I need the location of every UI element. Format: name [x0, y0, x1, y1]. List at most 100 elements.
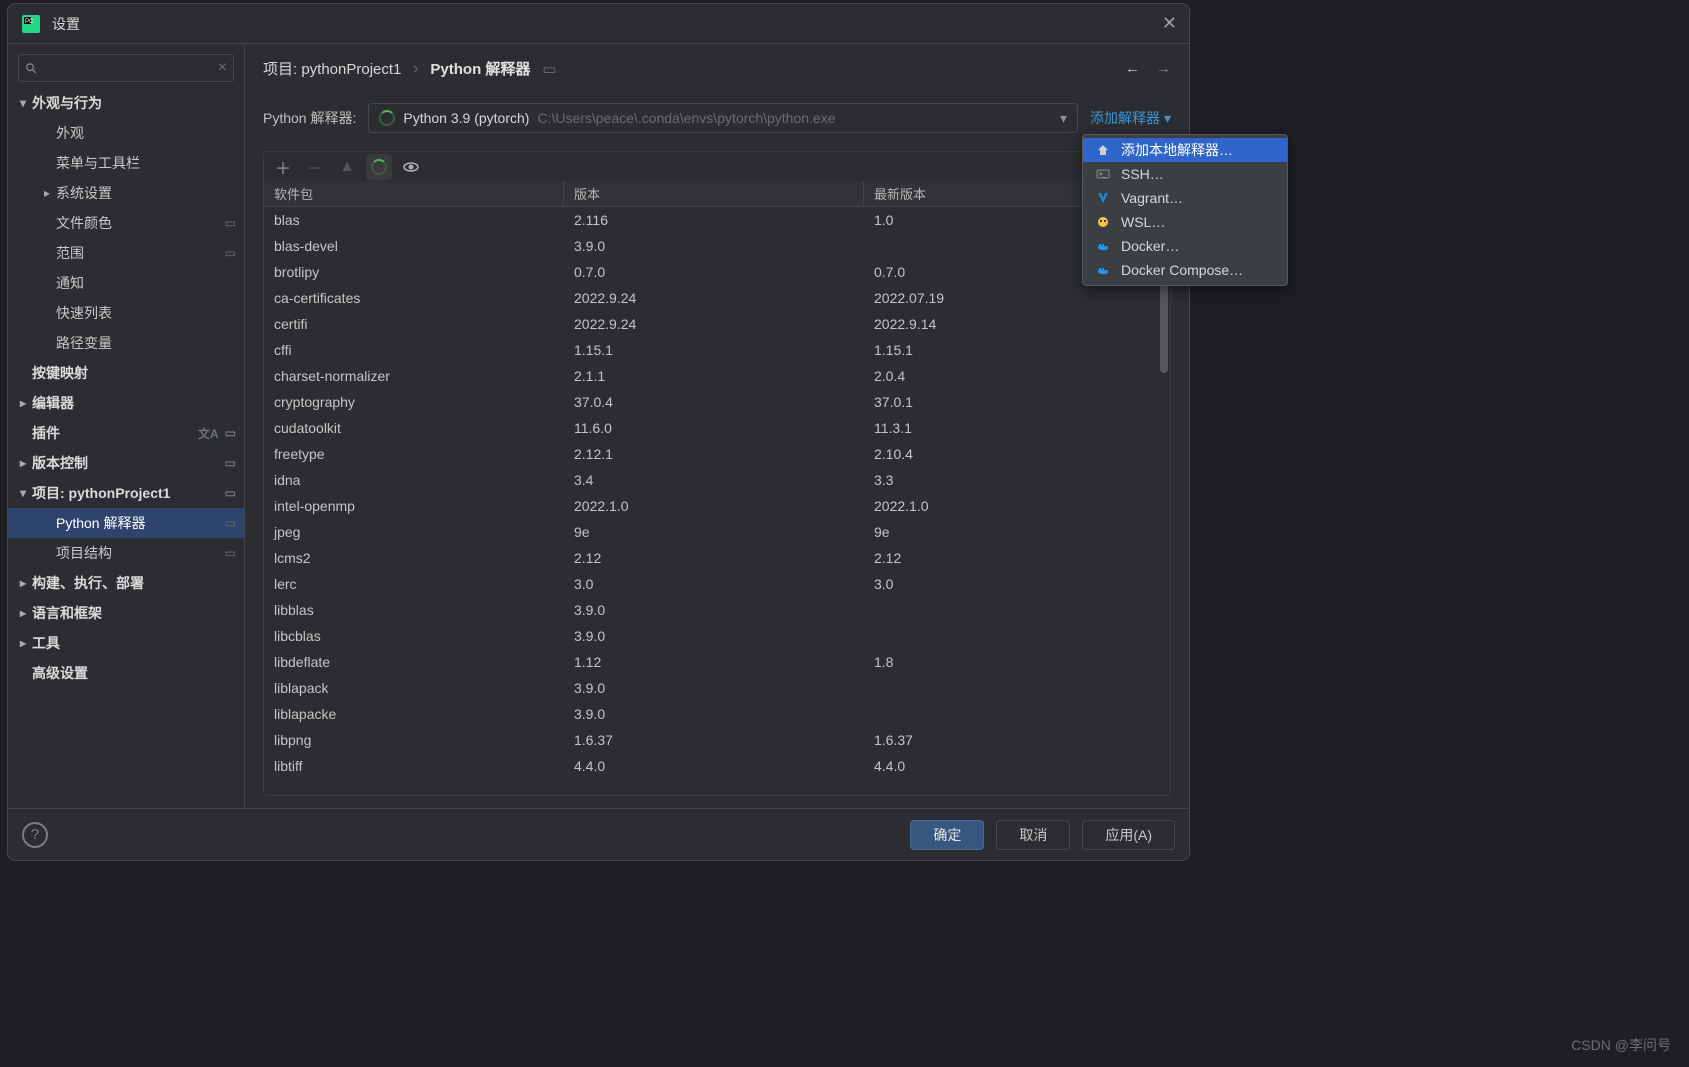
table-row[interactable]: libdeflate1.121.8 [264, 649, 1158, 675]
cell-version: 2022.1.0 [564, 498, 864, 514]
table-row[interactable]: liblapacke3.9.0 [264, 701, 1158, 727]
table-row[interactable]: blas2.1161.0 [264, 207, 1158, 233]
table-row[interactable]: cffi1.15.11.15.1 [264, 337, 1158, 363]
refresh-button[interactable] [366, 154, 392, 180]
table-row[interactable]: intel-openmp2022.1.02022.1.0 [264, 493, 1158, 519]
sidebar-item[interactable]: 通知 [8, 268, 244, 298]
table-row[interactable]: lerc3.03.0 [264, 571, 1158, 597]
help-button[interactable]: ? [22, 822, 48, 848]
cell-package: charset-normalizer [264, 368, 564, 384]
sidebar-item[interactable]: ▾项目: pythonProject1▭ [8, 478, 244, 508]
cell-latest: 1.6.37 [864, 732, 1158, 748]
col-version[interactable]: 版本 [564, 181, 864, 206]
table-row[interactable]: libblas3.9.0 [264, 597, 1158, 623]
table-row[interactable]: certifi2022.9.242022.9.14 [264, 311, 1158, 337]
table-row[interactable]: cryptography37.0.437.0.1 [264, 389, 1158, 415]
menu-item[interactable]: Docker… [1083, 234, 1287, 258]
sidebar-item[interactable]: 文件颜色▭ [8, 208, 244, 238]
sidebar-item[interactable]: 高级设置 [8, 658, 244, 688]
sidebar-item[interactable]: 外观 [8, 118, 244, 148]
bookmark-icon: ▭ [225, 456, 236, 470]
sidebar-item[interactable]: ▾外观与行为 [8, 88, 244, 118]
sidebar-item[interactable]: 菜单与工具栏 [8, 148, 244, 178]
cell-version: 0.7.0 [564, 264, 864, 280]
cell-latest: 11.3.1 [864, 420, 1158, 436]
search-field[interactable] [41, 61, 218, 76]
package-table[interactable]: 软件包 版本 最新版本 blas2.1161.0blas-devel3.9.0b… [264, 181, 1158, 795]
table-row[interactable]: ca-certificates2022.9.242022.07.19 [264, 285, 1158, 311]
table-row[interactable]: freetype2.12.12.10.4 [264, 441, 1158, 467]
cell-version: 2.1.1 [564, 368, 864, 384]
sidebar-item[interactable]: 快速列表 [8, 298, 244, 328]
add-package-button[interactable]: ＋ [270, 154, 296, 180]
sidebar-item[interactable]: ▸构建、执行、部署 [8, 568, 244, 598]
table-row[interactable]: charset-normalizer2.1.12.0.4 [264, 363, 1158, 389]
table-row[interactable]: liblapack3.9.0 [264, 675, 1158, 701]
close-icon[interactable]: ✕ [1162, 13, 1177, 34]
show-early-releases-button[interactable] [398, 154, 424, 180]
cell-latest: 9e [864, 524, 1158, 540]
menu-item[interactable]: Docker Compose… [1083, 258, 1287, 282]
sidebar-item[interactable]: ▸工具 [8, 628, 244, 658]
cell-package: brotlipy [264, 264, 564, 280]
table-row[interactable]: libcblas3.9.0 [264, 623, 1158, 649]
nav-back-icon[interactable]: ← [1125, 60, 1140, 77]
sidebar-item[interactable]: ▸语言和框架 [8, 598, 244, 628]
home-icon [1095, 142, 1111, 158]
interpreter-combo[interactable]: Python 3.9 (pytorch) C:\Users\peace\.con… [368, 103, 1078, 133]
cell-version: 3.9.0 [564, 628, 864, 644]
sidebar-item-label: 快速列表 [56, 303, 112, 323]
window-title: 设置 [52, 14, 80, 34]
sidebar-item[interactable]: ▸版本控制▭ [8, 448, 244, 478]
crumb-project: 项目: pythonProject1 [263, 58, 401, 79]
cell-package: libpng [264, 732, 564, 748]
cell-version: 37.0.4 [564, 394, 864, 410]
lang-icon: 文A [198, 425, 219, 442]
tree-arrow-icon: ▸ [14, 606, 32, 620]
cell-package: lerc [264, 576, 564, 592]
svg-text:PC: PC [25, 19, 34, 25]
cell-version: 2.12 [564, 550, 864, 566]
cell-package: intel-openmp [264, 498, 564, 514]
table-row[interactable]: cudatoolkit11.6.011.3.1 [264, 415, 1158, 441]
table-row[interactable]: libpng1.6.371.6.37 [264, 727, 1158, 753]
table-row[interactable]: brotlipy0.7.00.7.0 [264, 259, 1158, 285]
menu-item[interactable]: WSL… [1083, 210, 1287, 234]
sidebar-item[interactable]: ▸编辑器 [8, 388, 244, 418]
clear-icon[interactable]: × [218, 59, 227, 77]
cell-latest: 37.0.1 [864, 394, 1158, 410]
table-row[interactable]: jpeg9e9e [264, 519, 1158, 545]
sidebar-item[interactable]: 项目结构▭ [8, 538, 244, 568]
package-table-wrap: 软件包 版本 最新版本 blas2.1161.0blas-devel3.9.0b… [263, 181, 1171, 796]
table-row[interactable]: idna3.43.3 [264, 467, 1158, 493]
sidebar-item[interactable]: 路径变量 [8, 328, 244, 358]
bookmark-icon: ▭ [225, 486, 236, 500]
table-row[interactable]: blas-devel3.9.0 [264, 233, 1158, 259]
table-row[interactable]: libtiff4.4.04.4.0 [264, 753, 1158, 779]
sidebar-item[interactable]: 按键映射 [8, 358, 244, 388]
tree-arrow-icon: ▾ [14, 96, 32, 110]
search-input[interactable]: × [18, 54, 234, 82]
add-interpreter-link[interactable]: 添加解释器 ▾ [1090, 108, 1171, 128]
tree-arrow-icon: ▸ [14, 576, 32, 590]
vagrant-icon [1095, 190, 1111, 206]
ok-button[interactable]: 确定 [910, 820, 984, 850]
sidebar-item[interactable]: ▸系统设置 [8, 178, 244, 208]
settings-tree: ▾外观与行为外观菜单与工具栏▸系统设置文件颜色▭范围▭通知快速列表路径变量按键映… [8, 88, 244, 808]
sidebar-item[interactable]: Python 解释器▭ [8, 508, 244, 538]
chevron-right-icon: › [413, 60, 418, 77]
sidebar-item[interactable]: 插件文A▭ [8, 418, 244, 448]
menu-item-label: 添加本地解释器… [1121, 140, 1233, 160]
menu-item[interactable]: Vagrant… [1083, 186, 1287, 210]
menu-item[interactable]: >_SSH… [1083, 162, 1287, 186]
docker-icon [1095, 238, 1111, 254]
table-row[interactable]: lcms22.122.12 [264, 545, 1158, 571]
cell-package: blas [264, 212, 564, 228]
menu-item[interactable]: 添加本地解释器… [1083, 138, 1287, 162]
apply-button[interactable]: 应用(A) [1082, 820, 1175, 850]
sidebar-item[interactable]: 范围▭ [8, 238, 244, 268]
cell-package: liblapack [264, 680, 564, 696]
app-icon: PC [20, 13, 42, 35]
cancel-button[interactable]: 取消 [996, 820, 1070, 850]
col-package[interactable]: 软件包 [264, 181, 564, 206]
